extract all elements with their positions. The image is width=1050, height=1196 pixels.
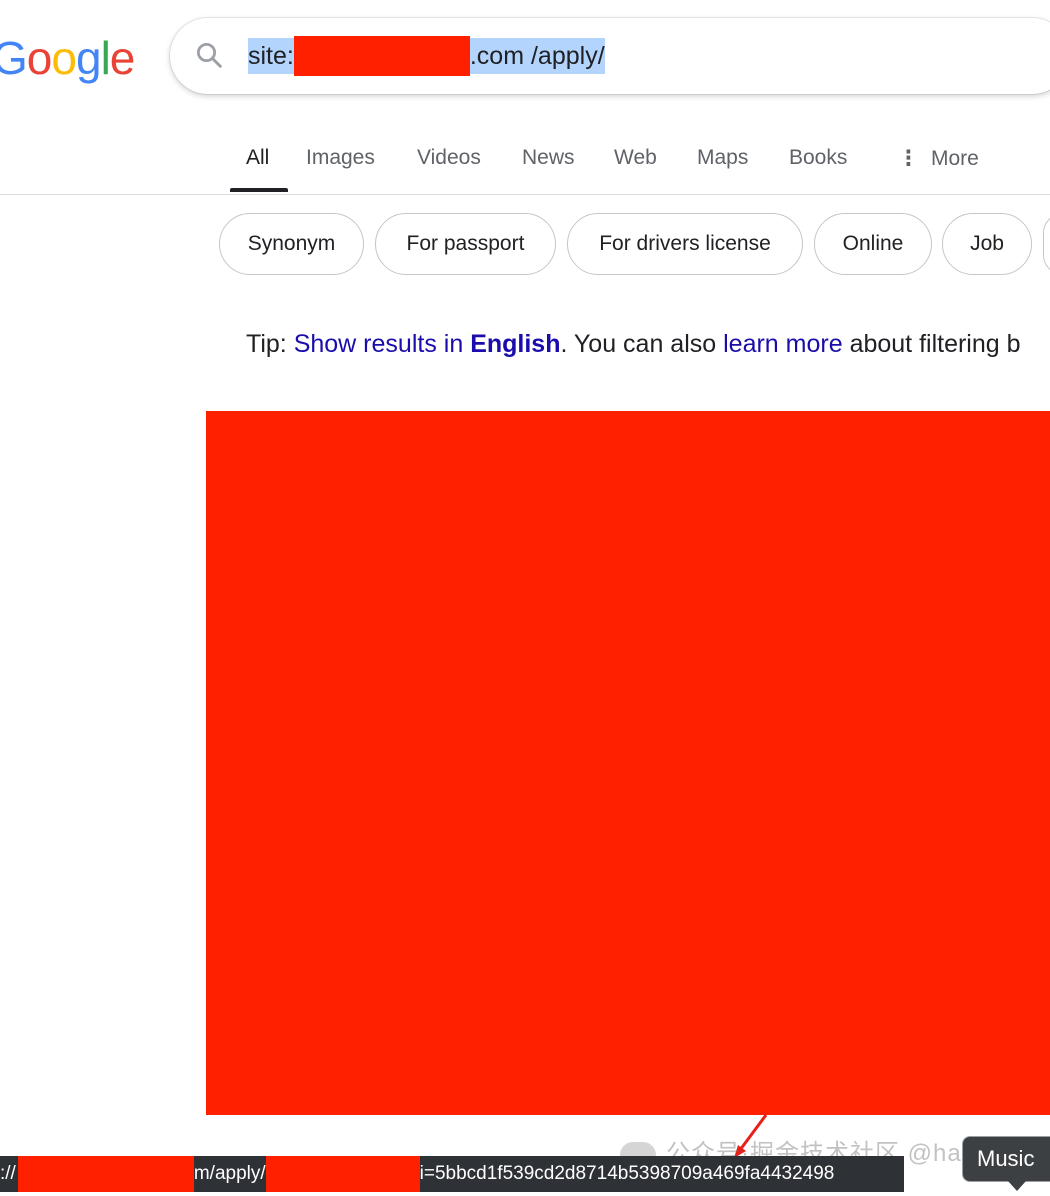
tab-images[interactable]: Images: [306, 146, 375, 170]
tip-link-text: Show results in: [293, 330, 464, 358]
link-status-bar: :// m/apply/ i=5bbcd1f539cd2d8714b539870…: [0, 1156, 904, 1192]
logo-letter-o1: o: [26, 32, 53, 84]
language-tip: Tip: Show results in English. You can al…: [246, 330, 1021, 359]
logo-letter-l: l: [100, 32, 111, 84]
learn-more-link[interactable]: learn more: [723, 330, 843, 358]
search-icon[interactable]: [194, 40, 224, 70]
tab-web[interactable]: Web: [614, 146, 657, 170]
chip-for-drivers-license[interactable]: For drivers license: [567, 213, 803, 275]
chip-next-partial[interactable]: [1043, 213, 1050, 275]
search-query-prefix: site:: [248, 38, 294, 74]
tooltip: Music: [962, 1136, 1050, 1182]
search-input[interactable]: site: .com /apply/: [248, 36, 605, 76]
tooltip-text: Music: [977, 1146, 1035, 1171]
redaction-block: [265, 1156, 420, 1192]
tooltip-tail: [1008, 1181, 1026, 1191]
status-url-part3: i=5bbcd1f539cd2d8714b5398709a469fa443249…: [419, 1163, 835, 1184]
logo-letter-g2: g: [75, 32, 102, 84]
search-query-suffix: .com /apply/: [469, 38, 605, 74]
more-vert-icon: ⋮: [898, 147, 919, 170]
logo-letter-o2: o: [51, 32, 77, 84]
chip-job[interactable]: Job: [942, 213, 1032, 275]
status-url-part2: m/apply/: [193, 1163, 266, 1184]
tab-books[interactable]: Books: [789, 146, 847, 170]
tab-more[interactable]: ⋮ More: [898, 146, 979, 171]
redaction-block: [293, 36, 470, 76]
tab-all[interactable]: All: [246, 146, 269, 170]
chip-online[interactable]: Online: [814, 213, 932, 275]
search-tabs: All Images Videos News Web Maps Books ⋮ M…: [0, 128, 1050, 195]
chip-for-passport[interactable]: For passport: [375, 213, 556, 275]
tip-link-english: English: [470, 330, 561, 358]
chip-synonym[interactable]: Synonym: [219, 213, 364, 275]
logo-letter-g: G: [0, 32, 28, 84]
tab-maps[interactable]: Maps: [697, 146, 748, 170]
logo-letter-e: e: [109, 32, 136, 84]
tab-more-label: More: [931, 147, 979, 170]
search-box[interactable]: site: .com /apply/: [170, 18, 1050, 94]
tab-videos[interactable]: Videos: [417, 146, 481, 170]
show-results-in-english-link[interactable]: Show results in English: [294, 330, 561, 358]
active-tab-indicator: [230, 188, 288, 192]
tip-suffix: about filtering b: [842, 330, 1021, 358]
tip-prefix: Tip:: [246, 330, 294, 358]
status-url-part1: ://: [0, 1163, 16, 1184]
google-logo[interactable]: Google: [0, 30, 136, 86]
redacted-results: [206, 411, 1050, 1115]
tab-news[interactable]: News: [522, 146, 575, 170]
tip-middle: . You can also: [560, 330, 724, 358]
redaction-block: [17, 1156, 194, 1192]
